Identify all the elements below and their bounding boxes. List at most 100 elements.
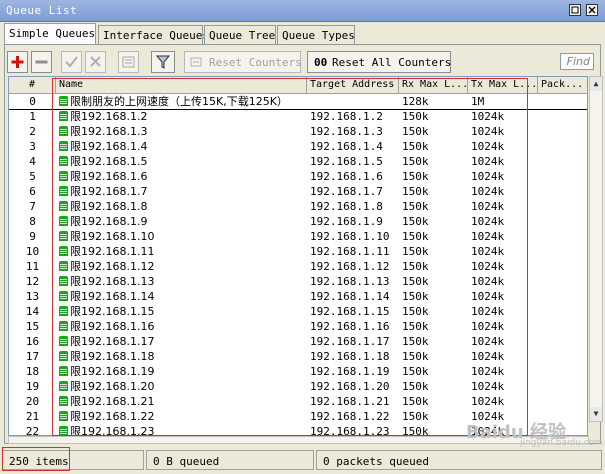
queue-icon [59, 321, 68, 331]
col-packets[interactable]: Pack... [538, 77, 587, 94]
cell-index: 12 [25, 275, 40, 288]
cell-rx-max-limit: 128k [402, 95, 429, 108]
comment-button[interactable] [118, 51, 139, 73]
tab-queue-types[interactable]: Queue Types [277, 25, 355, 45]
cell-rx-max-limit: 150k [402, 410, 429, 423]
cell-index: 3 [29, 140, 36, 153]
col-target-address[interactable]: Target Address [307, 77, 399, 94]
reset-all-counters-button[interactable]: 00 Reset All Counters [307, 51, 451, 73]
add-button[interactable] [7, 51, 28, 73]
queue-icon [59, 246, 68, 256]
remove-button[interactable] [31, 51, 52, 73]
tab-interface-queues[interactable]: Interface Queues [98, 25, 209, 45]
queue-icon [59, 156, 68, 166]
table-row[interactable]: 12 限192.168.1.13 192.168.1.13 150k 1024k [9, 274, 587, 289]
col-index[interactable]: # [9, 77, 56, 94]
cell-name: 限192.168.1.7 [59, 184, 307, 199]
cell-rx-max-limit: 150k [402, 350, 429, 363]
table-row[interactable]: 1 限192.168.1.2 192.168.1.2 150k 1024k [9, 109, 587, 124]
col-rx-max-limit[interactable]: Rx Max L... [399, 77, 468, 94]
reset-counters-button[interactable]: Reset Counters [184, 51, 302, 73]
cell-tx-max-limit: 1024k [471, 275, 505, 288]
cell-rx-max-limit: 150k [402, 365, 429, 378]
table-header: # Name Target Address Rx Max L... Tx Max… [9, 77, 587, 94]
table-row[interactable]: 20 限192.168.1.21 192.168.1.21 150k 1024k [9, 394, 587, 409]
table-row[interactable]: 0 限制朋友的上网速度（上传15K,下载125K） 128k 1M [9, 94, 587, 110]
queue-icon [59, 126, 68, 136]
filter-button[interactable] [151, 51, 175, 73]
cell-tx-max-limit: 1024k [471, 200, 505, 213]
table-row[interactable]: 3 限192.168.1.4 192.168.1.4 150k 1024k [9, 139, 587, 154]
cell-packets [541, 319, 587, 334]
table-row[interactable]: 6 限192.168.1.7 192.168.1.7 150k 1024k [9, 184, 587, 199]
cell-index: 14 [25, 305, 40, 318]
close-icon [588, 6, 596, 14]
scroll-down-icon[interactable]: ▼ [590, 407, 602, 421]
cell-index: 11 [25, 260, 40, 273]
vertical-scrollbar[interactable]: ▲ ▼ [589, 76, 603, 422]
tab-simple-queues[interactable]: Simple Queues [4, 23, 96, 45]
close-button[interactable] [586, 4, 598, 16]
table-row[interactable]: 18 限192.168.1.19 192.168.1.19 150k 1024k [9, 364, 587, 379]
cell-tx-max-limit: 1024k [471, 350, 505, 363]
table-row[interactable]: 8 限192.168.1.9 192.168.1.9 150k 1024k [9, 214, 587, 229]
simple-queues-panel: Reset Counters 00 Reset All Counters Fin… [4, 44, 603, 444]
reset-all-counters-icon: 00 [314, 56, 328, 69]
tab-queue-tree[interactable]: Queue Tree [204, 25, 276, 45]
cell-target-address: 192.168.1.7 [310, 185, 383, 198]
table-row[interactable]: 10 限192.168.1.11 192.168.1.11 150k 1024k [9, 244, 587, 259]
cell-tx-max-limit: 1024k [471, 320, 505, 333]
col-tx-max-limit[interactable]: Tx Max L... [468, 77, 538, 94]
cell-tx-max-limit: 1024k [471, 185, 505, 198]
cell-rx-max-limit: 150k [402, 260, 429, 273]
cell-rx-max-limit: 150k [402, 185, 429, 198]
queue-name: 限192.168.1.14 [70, 290, 155, 303]
cell-packets [541, 289, 587, 304]
cell-target-address: 192.168.1.15 [310, 305, 390, 318]
table-row[interactable]: 7 限192.168.1.8 192.168.1.8 150k 1024k [9, 199, 587, 214]
cell-rx-max-limit: 150k [402, 110, 429, 123]
queue-name: 限192.168.1.7 [70, 185, 148, 198]
cell-target-address: 192.168.1.22 [310, 410, 390, 423]
disable-button[interactable] [85, 51, 106, 73]
scroll-up-icon[interactable]: ▲ [590, 77, 602, 91]
col-name[interactable]: Name [56, 77, 307, 94]
cell-tx-max-limit: 1024k [471, 290, 505, 303]
table-row[interactable]: 2 限192.168.1.3 192.168.1.3 150k 1024k [9, 124, 587, 139]
cell-tx-max-limit: 1024k [471, 365, 505, 378]
find-input[interactable]: Find [560, 53, 594, 70]
table-row[interactable]: 13 限192.168.1.14 192.168.1.14 150k 1024k [9, 289, 587, 304]
table-row[interactable]: 14 限192.168.1.15 192.168.1.15 150k 1024k [9, 304, 587, 319]
restore-icon [571, 6, 579, 14]
cell-index: 4 [29, 155, 36, 168]
table-row[interactable]: 5 限192.168.1.6 192.168.1.6 150k 1024k [9, 169, 587, 184]
table-row[interactable]: 15 限192.168.1.16 192.168.1.16 150k 1024k [9, 319, 587, 334]
cell-index: 22 [25, 425, 40, 436]
cell-name: 限192.168.1.22 [59, 409, 307, 424]
queue-icon [59, 171, 68, 181]
queue-name: 限192.168.1.20 [70, 380, 155, 393]
cell-index: 17 [25, 350, 40, 363]
cell-packets [541, 394, 587, 409]
cell-target-address: 192.168.1.23 [310, 425, 390, 436]
cell-index: 20 [25, 395, 40, 408]
enable-button[interactable] [61, 51, 82, 73]
cell-name: 限192.168.1.21 [59, 394, 307, 409]
cell-packets [541, 229, 587, 244]
table-row[interactable]: 19 限192.168.1.20 192.168.1.20 150k 1024k [9, 379, 587, 394]
plus-icon [11, 56, 24, 68]
table-row[interactable]: 11 限192.168.1.12 192.168.1.12 150k 1024k [9, 259, 587, 274]
cell-tx-max-limit: 1024k [471, 335, 505, 348]
cell-target-address: 192.168.1.18 [310, 350, 390, 363]
cell-packets [541, 259, 587, 274]
reset-counters-icon [190, 57, 202, 67]
cell-packets [541, 334, 587, 349]
restore-button[interactable] [569, 4, 581, 16]
cell-tx-max-limit: 1M [471, 95, 485, 108]
cell-packets [541, 274, 587, 289]
table-row[interactable]: 4 限192.168.1.5 192.168.1.5 150k 1024k [9, 154, 587, 169]
table-row[interactable]: 16 限192.168.1.17 192.168.1.17 150k 1024k [9, 334, 587, 349]
table-row[interactable]: 17 限192.168.1.18 192.168.1.18 150k 1024k [9, 349, 587, 364]
cell-rx-max-limit: 150k [402, 275, 429, 288]
table-row[interactable]: 9 限192.168.1.10 192.168.1.10 150k 1024k [9, 229, 587, 244]
